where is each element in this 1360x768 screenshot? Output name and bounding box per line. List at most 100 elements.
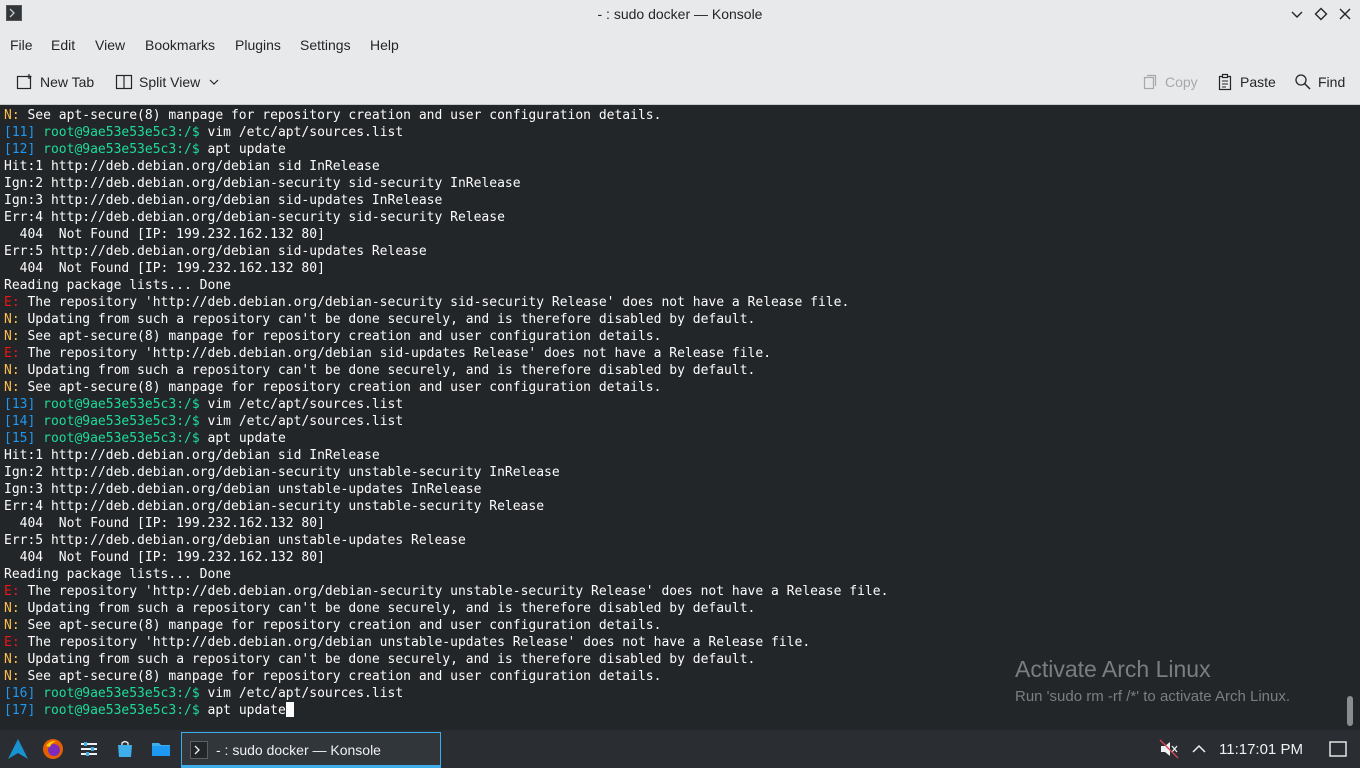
notice-tag: N: [4,601,20,616]
line-text: vim /etc/apt/sources.list [199,686,404,701]
menu-file[interactable]: File [10,37,33,53]
arch-launcher-icon[interactable] [7,738,29,760]
system-settings-icon[interactable] [78,738,100,760]
show-desktop-icon[interactable] [1327,738,1349,760]
firefox-icon[interactable] [42,738,64,760]
notice-tag: N: [4,329,20,344]
find-label: Find [1318,74,1346,90]
terminal-line: Err:5 http://deb.debian.org/debian sid-u… [4,243,427,260]
terminal-line: [14] root@9ae53e53e5c3:/$ vim /etc/apt/s… [4,413,403,430]
line-text: Updating from such a repository can't be… [19,601,756,616]
find-button[interactable]: Find [1294,60,1345,104]
split-view-label: Split View [139,74,201,90]
task-konsole-label: - : sudo docker — Konsole [216,742,381,758]
terminal-line: [12] root@9ae53e53e5c3:/$ apt update [4,141,286,158]
command-number: [15] [4,431,36,446]
error-tag: E: [4,346,20,361]
shell-prompt-path: :/$ [176,142,200,157]
line-text: Err:4 http://deb.debian.org/debian-secur… [4,499,545,514]
new-tab-icon [16,74,32,90]
terminal-line: 404 Not Found [IP: 199.232.162.132 80] [4,515,325,532]
line-text: Hit:1 http://deb.debian.org/debian sid I… [4,448,380,463]
terminal-line: Ign:3 http://deb.debian.org/debian unsta… [4,481,481,498]
terminal-line: Ign:2 http://deb.debian.org/debian-secur… [4,175,521,192]
command-number: [11] [4,125,36,140]
menu-plugins[interactable]: Plugins [235,37,281,53]
line-text: apt update [199,431,286,446]
terminal-line: N: See apt-secure(8) manpage for reposit… [4,107,661,124]
paste-button[interactable]: Paste [1216,60,1276,104]
command-number: [17] [4,703,36,718]
terminal-line: E: The repository 'http://deb.debian.org… [4,294,849,311]
terminal-line: N: Updating from such a repository can't… [4,362,755,379]
line-text: Updating from such a repository can't be… [19,312,756,327]
terminal-line: N: See apt-secure(8) manpage for reposit… [4,328,661,345]
task-konsole[interactable]: - : sudo docker — Konsole [181,732,441,768]
shell-prompt: root@9ae53e53e5c3 [43,686,177,701]
clock[interactable]: 11:17:01 PM [1219,741,1303,758]
line-text: 404 Not Found [IP: 199.232.162.132 80] [4,227,325,242]
line-text: Ign:2 http://deb.debian.org/debian-secur… [4,465,560,480]
taskbar: - : sudo docker — Konsole 11:17:01 PM [0,730,1360,768]
menu-settings[interactable]: Settings [300,37,351,53]
line-text: vim /etc/apt/sources.list [199,397,404,412]
terminal-line: N: Updating from such a repository can't… [4,600,755,617]
paste-label: Paste [1240,74,1276,90]
line-text: 404 Not Found [IP: 199.232.162.132 80] [4,550,325,565]
line-text: The repository 'http://deb.debian.org/de… [19,635,811,650]
file-manager-icon[interactable] [150,738,172,760]
line-text: Updating from such a repository can't be… [19,652,756,667]
terminal-line: Err:5 http://deb.debian.org/debian unsta… [4,532,466,549]
chevron-down-icon [209,79,219,85]
copy-icon [1143,74,1157,90]
terminal-line: [16] root@9ae53e53e5c3:/$ vim /etc/apt/s… [4,685,403,702]
terminal-line: Reading package lists... Done [4,566,231,583]
terminal-scrollbar[interactable] [1340,105,1360,729]
line-text: Ign:3 http://deb.debian.org/debian unsta… [4,482,482,497]
scrollbar-thumb[interactable] [1347,696,1353,726]
line-text: Hit:1 http://deb.debian.org/debian sid I… [4,159,380,174]
new-tab-label: New Tab [40,74,95,90]
menu-bookmarks[interactable]: Bookmarks [145,37,215,53]
split-view-button[interactable]: Split View [115,60,226,104]
activation-watermark-subtitle: Run 'sudo rm -rf /*' to activate Arch Li… [1015,688,1291,705]
line-text: Reading package lists... Done [4,278,231,293]
line-text: apt update [199,703,286,718]
terminal-line: N: See apt-secure(8) manpage for reposit… [4,379,661,396]
terminal-output[interactable]: N: See apt-secure(8) manpage for reposit… [0,105,1340,729]
volume-muted-icon[interactable] [1158,738,1180,760]
menu-help[interactable]: Help [370,37,399,53]
command-number: [12] [4,142,36,157]
close-icon[interactable] [1336,5,1354,23]
notice-tag: N: [4,652,20,667]
menu-view[interactable]: View [95,37,125,53]
copy-button[interactable]: Copy [1141,60,1198,104]
line-text: vim /etc/apt/sources.list [199,414,404,429]
notice-tag: N: [4,669,20,684]
terminal-line: Err:4 http://deb.debian.org/debian-secur… [4,209,505,226]
new-tab-button[interactable]: New Tab [16,60,94,104]
search-icon [1295,74,1311,90]
menu-edit[interactable]: Edit [51,37,75,53]
copy-label: Copy [1165,74,1198,90]
shell-prompt-path: :/$ [176,703,200,718]
chevron-up-icon[interactable] [1188,738,1210,760]
line-text: See apt-secure(8) manpage for repository… [19,618,662,633]
maximize-icon[interactable] [1312,5,1330,23]
shell-prompt-path: :/$ [176,414,200,429]
command-number: [16] [4,686,36,701]
software-store-icon[interactable] [114,738,136,760]
window-title: - : sudo docker — Konsole [597,6,763,22]
shell-prompt: root@9ae53e53e5c3 [43,414,177,429]
terminal-line: Hit:1 http://deb.debian.org/debian sid I… [4,158,380,175]
line-text: See apt-secure(8) manpage for repository… [19,380,662,395]
error-tag: E: [4,584,20,599]
terminal-line: [11] root@9ae53e53e5c3:/$ vim /etc/apt/s… [4,124,403,141]
line-text: The repository 'http://deb.debian.org/de… [19,346,772,361]
line-text: Reading package lists... Done [4,567,231,582]
minimize-icon[interactable] [1288,5,1306,23]
line-text: Updating from such a repository can't be… [19,363,756,378]
line-text: The repository 'http://deb.debian.org/de… [19,584,889,599]
notice-tag: N: [4,618,20,633]
error-tag: E: [4,295,20,310]
